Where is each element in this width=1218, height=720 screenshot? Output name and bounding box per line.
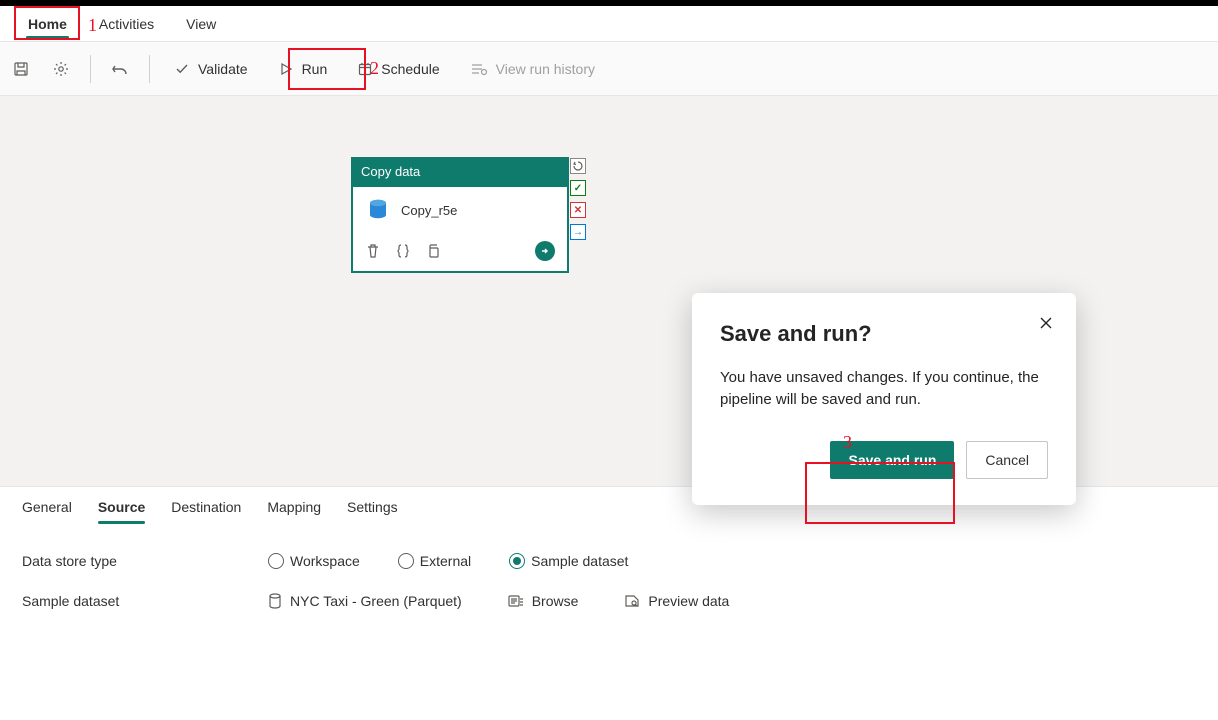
save-icon[interactable] (10, 58, 32, 80)
handle-activity-output[interactable] (570, 158, 586, 174)
property-panel-source: Data store type Workspace External Sampl… (0, 523, 1218, 639)
save-and-run-dialog: Save and run? You have unsaved changes. … (692, 293, 1076, 505)
dialog-close-button[interactable] (1038, 315, 1054, 331)
view-run-history-button[interactable]: View run history (464, 57, 601, 81)
handle-on-success[interactable]: ✓ (570, 180, 586, 196)
validate-label: Validate (198, 61, 248, 77)
validate-button[interactable]: Validate (168, 57, 254, 81)
dialog-title: Save and run? (720, 321, 1048, 347)
check-icon (174, 61, 190, 77)
activity-body: Copy_r5e (353, 187, 567, 233)
copy-data-activity[interactable]: Copy data Copy_r5e (352, 158, 568, 272)
browse-label: Browse (532, 593, 579, 609)
radio-external[interactable]: External (398, 553, 471, 569)
run-label: Run (302, 61, 328, 77)
radio-workspace-label: Workspace (290, 553, 360, 569)
data-store-type-label: Data store type (22, 553, 252, 569)
cancel-button[interactable]: Cancel (966, 441, 1048, 479)
property-tab-source[interactable]: Source (98, 499, 145, 523)
settings-icon[interactable] (50, 58, 72, 80)
calendar-icon (357, 61, 373, 77)
ribbon-tabs: Home Activities View (0, 6, 1218, 42)
dialog-body: You have unsaved changes. If you continu… (720, 367, 1048, 411)
braces-icon[interactable] (395, 243, 411, 259)
save-and-run-button[interactable]: Save and run (830, 441, 954, 479)
radio-sample-dataset[interactable]: Sample dataset (509, 553, 628, 569)
database-icon (365, 197, 391, 223)
radio-sample-dataset-label: Sample dataset (531, 553, 628, 569)
ribbon-tab-view[interactable]: View (170, 10, 232, 38)
activity-run-icon[interactable] (535, 241, 555, 261)
sample-dataset-name: NYC Taxi - Green (Parquet) (290, 593, 462, 609)
copy-icon[interactable] (425, 243, 441, 259)
activity-name: Copy_r5e (401, 203, 457, 218)
cylinder-icon (268, 593, 282, 609)
undo-icon[interactable] (109, 58, 131, 80)
activity-footer (353, 233, 567, 271)
radio-workspace[interactable]: Workspace (268, 553, 360, 569)
preview-data-button[interactable]: Preview data (624, 593, 729, 609)
ribbon-tab-activities[interactable]: Activities (83, 10, 170, 38)
schedule-button[interactable]: Schedule (351, 57, 445, 81)
schedule-label: Schedule (381, 61, 439, 77)
play-icon (278, 61, 294, 77)
run-button[interactable]: Run (272, 57, 334, 81)
preview-label: Preview data (648, 593, 729, 609)
toolbar-separator (90, 55, 91, 83)
history-icon (470, 61, 488, 77)
ribbon-tab-home[interactable]: Home (12, 10, 83, 38)
property-tab-destination[interactable]: Destination (171, 499, 241, 523)
property-tab-mapping[interactable]: Mapping (267, 499, 321, 523)
toolbar: Validate Run Schedule View run history (0, 42, 1218, 96)
dialog-actions: Save and run Cancel (720, 441, 1048, 479)
activity-output-handles: ✓ ✕ → (570, 158, 586, 240)
browse-icon (508, 594, 524, 608)
property-tab-settings[interactable]: Settings (347, 499, 398, 523)
close-icon (1038, 315, 1054, 331)
sample-dataset-value: NYC Taxi - Green (Parquet) (268, 593, 462, 609)
handle-on-completion[interactable]: → (570, 224, 586, 240)
view-run-history-label: View run history (496, 61, 595, 77)
preview-icon (624, 594, 640, 608)
sample-dataset-label: Sample dataset (22, 593, 252, 609)
toolbar-separator-2 (149, 55, 150, 83)
radio-external-label: External (420, 553, 471, 569)
activity-header: Copy data (353, 159, 567, 187)
property-tab-general[interactable]: General (22, 499, 72, 523)
delete-icon[interactable] (365, 243, 381, 259)
handle-on-fail[interactable]: ✕ (570, 202, 586, 218)
browse-button[interactable]: Browse (508, 593, 579, 609)
